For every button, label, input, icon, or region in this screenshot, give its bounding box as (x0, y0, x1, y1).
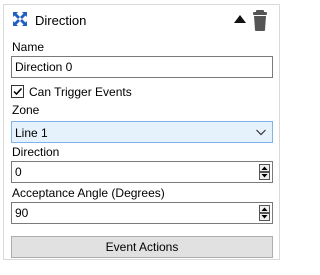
spin-up-button[interactable] (259, 164, 270, 172)
name-input[interactable] (15, 60, 245, 74)
chevron-down-icon (255, 126, 267, 138)
zone-label: Zone (12, 103, 40, 117)
trash-icon[interactable] (251, 8, 271, 32)
spin-up-button[interactable] (259, 205, 270, 213)
spin-down-button[interactable] (259, 213, 270, 221)
acceptance-angle-field[interactable] (11, 202, 273, 224)
move-arrows-icon (12, 11, 28, 27)
panel-title: Direction (35, 13, 87, 28)
acceptance-angle-label: Acceptance Angle (Degrees) (12, 186, 165, 200)
panel-header: Direction (4, 5, 279, 35)
direction-spinner[interactable] (259, 164, 270, 180)
collapse-up-icon[interactable] (232, 11, 248, 27)
direction-input[interactable] (15, 165, 245, 179)
acceptance-angle-input[interactable] (15, 206, 245, 220)
event-actions-button[interactable]: Event Actions (11, 236, 273, 258)
name-field[interactable] (11, 56, 273, 78)
direction-panel: Direction Name Can Trigger Events Zone L… (3, 4, 280, 260)
can-trigger-events-label: Can Trigger Events (29, 85, 132, 99)
acceptance-angle-spinner[interactable] (259, 205, 270, 221)
name-label: Name (12, 40, 45, 54)
zone-select[interactable]: Line 1 (11, 121, 273, 143)
zone-selected-value: Line 1 (15, 126, 48, 140)
direction-field[interactable] (11, 161, 273, 183)
can-trigger-events-checkbox[interactable] (11, 85, 24, 98)
direction-label: Direction (12, 145, 60, 159)
spin-down-button[interactable] (259, 172, 270, 180)
